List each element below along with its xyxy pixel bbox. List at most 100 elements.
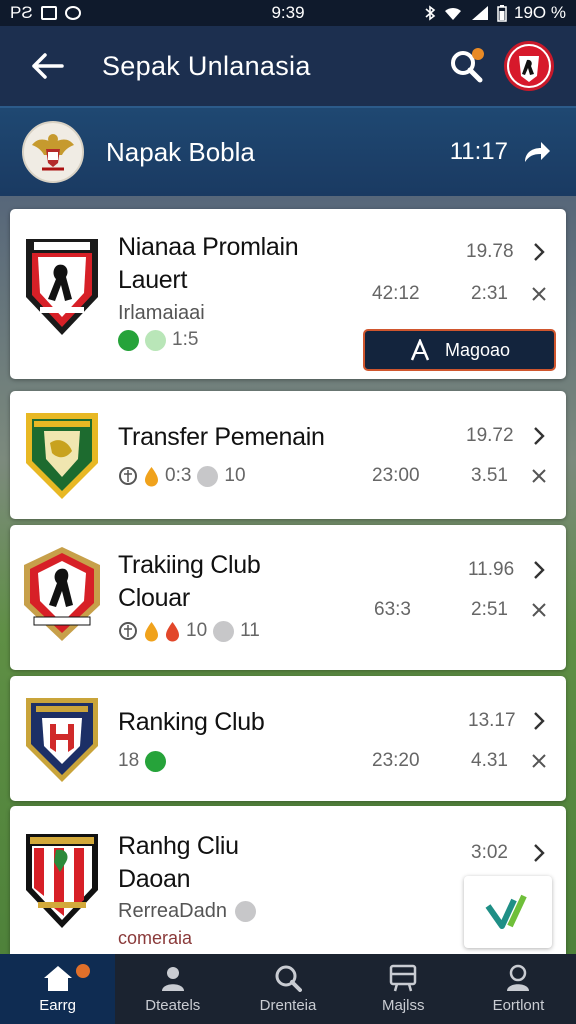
garuda-emblem-icon: [32, 134, 74, 171]
status-dot-grey: [234, 901, 256, 922]
navy-club-crest-icon: [26, 698, 98, 782]
list-item[interactable]: Ranhg Cliu Daoan RerreaDadn comeraia 3:0…: [10, 806, 566, 954]
back-arrow-icon: [32, 53, 64, 79]
bluetooth-icon: [425, 5, 436, 21]
status-dot-grey: [213, 620, 235, 642]
wifi-icon: [445, 7, 462, 21]
card-value-bottom: 4.31: [471, 750, 508, 771]
search-icon: [275, 965, 302, 992]
status-text: PƧ: [10, 3, 33, 22]
card-value-bottom: 2:31: [471, 283, 508, 304]
card-title: Transfer Pemenain: [118, 423, 325, 451]
club-logo: [20, 828, 104, 928]
person-icon: [161, 967, 184, 991]
red-club-crest-icon: [26, 239, 98, 335]
close-icon[interactable]: [528, 283, 550, 305]
card-meta: 10 11: [118, 620, 260, 642]
red-club-crest-icon: [24, 547, 100, 641]
header-time: 11:17: [449, 138, 508, 165]
card-value-top: 11.96: [468, 559, 515, 580]
card-title: Trakiing Club: [118, 551, 261, 579]
home-icon: [43, 966, 72, 991]
card-time: 42:12: [372, 283, 420, 304]
check-icon: [485, 894, 527, 929]
card-meta: 1:5: [118, 329, 198, 351]
status-dot-green: [118, 329, 139, 351]
header-title: Napak Bobla: [106, 136, 255, 167]
card-meta: 0:3 10: [118, 465, 246, 487]
card-time: 23:20: [372, 750, 420, 771]
list-item[interactable]: Transfer Pemenain 0:3 10 23:00 19.72 3.5…: [10, 391, 566, 519]
profile-avatar[interactable]: [504, 41, 554, 91]
list-item[interactable]: Trakiing Club Clouar 10 11 63:3 11.96 2:…: [10, 525, 566, 670]
meta-value-a: 10: [186, 620, 208, 641]
nav-label: Dteatels: [145, 997, 201, 1014]
card-time: 63:3: [374, 599, 411, 620]
club-logo: [20, 407, 104, 507]
card-value-bottom: 2:51: [471, 599, 508, 620]
status-dot-grey: [197, 465, 219, 487]
check-button[interactable]: [464, 876, 552, 948]
status-right: 19O %: [424, 3, 566, 23]
section-header[interactable]: Napak Bobla 11:17: [0, 106, 576, 196]
action-button-label: Magoao: [444, 339, 511, 360]
chevron-right-icon[interactable]: [528, 241, 550, 263]
card-subtitle: RerreaDadn: [118, 900, 227, 922]
list-item[interactable]: Nianaa Promlain Lauert Irlamaiaai 1:5 42…: [10, 209, 566, 379]
meta-value-a: 0:3: [165, 465, 192, 486]
battery-level: 19O %: [514, 3, 566, 22]
share-button[interactable]: [522, 137, 552, 167]
chevron-right-icon[interactable]: [528, 559, 550, 581]
search-button[interactable]: [446, 46, 486, 86]
list-item[interactable]: Ranking Club 18 23:20 13.17 4.31: [10, 676, 566, 801]
status-dot-green: [145, 750, 167, 772]
gallery-icon: [40, 6, 57, 20]
card-value-bottom: 3.51: [471, 465, 508, 486]
nav-label: Drenteia: [259, 997, 317, 1014]
green-club-crest-icon: [26, 413, 98, 499]
flame-red-icon: [166, 621, 179, 641]
card-value-top: 19.78: [466, 241, 514, 262]
club-crest-icon: [509, 46, 549, 86]
notification-badge: [472, 48, 484, 60]
card-title-line2: Lauert: [118, 266, 188, 294]
card-time: 23:00: [372, 465, 420, 486]
card-value-top: 13.17: [468, 710, 516, 731]
signal-icon: [472, 6, 489, 20]
garuda-logo: [22, 121, 84, 183]
close-icon[interactable]: [528, 750, 550, 772]
card-meta: 18: [118, 750, 167, 772]
card-title-line2: Daoan: [118, 865, 191, 893]
card-title: Nianaa Promlain: [118, 233, 299, 261]
app-title: Sepak Unlanasia: [102, 50, 311, 81]
card-subtitle: Irlamaiaai: [118, 302, 205, 324]
chevron-right-icon[interactable]: [528, 425, 550, 447]
club-logo: [20, 233, 104, 335]
club-logo: [20, 692, 104, 792]
app-bar: Sepak Unlanasia: [0, 26, 576, 106]
chevron-right-icon[interactable]: [528, 842, 550, 864]
board-icon: [389, 964, 417, 992]
record-icon: [64, 6, 81, 20]
close-icon[interactable]: [528, 465, 550, 487]
ball-icon: [119, 622, 137, 640]
close-icon[interactable]: [528, 599, 550, 621]
chevron-right-icon[interactable]: [528, 710, 550, 732]
nav-item-profile[interactable]: Eortlont: [461, 954, 576, 1024]
card-title-line2: Clouar: [118, 584, 190, 612]
nav-item-search[interactable]: Drenteia: [230, 954, 345, 1024]
nav-item-board[interactable]: Majlss: [346, 954, 461, 1024]
status-left: PƧ: [10, 3, 81, 23]
meta-value-b: 10: [224, 465, 246, 486]
nav-label: Majlss: [381, 997, 425, 1014]
nav-item-home[interactable]: Earrg: [0, 954, 116, 1024]
flame-icon: [145, 621, 158, 641]
bottom-nav: Earrg Dteatels Drenteia Majlss Eortlont: [0, 954, 576, 1024]
back-button[interactable]: [22, 41, 72, 91]
action-button[interactable]: Magoao: [363, 329, 556, 371]
card-subtitle-row: RerreaDadn: [118, 900, 256, 923]
profile-icon: [507, 964, 530, 991]
battery-icon: [497, 4, 507, 22]
nav-item-details[interactable]: Dteatels: [115, 954, 230, 1024]
nav-badge: [76, 964, 90, 978]
